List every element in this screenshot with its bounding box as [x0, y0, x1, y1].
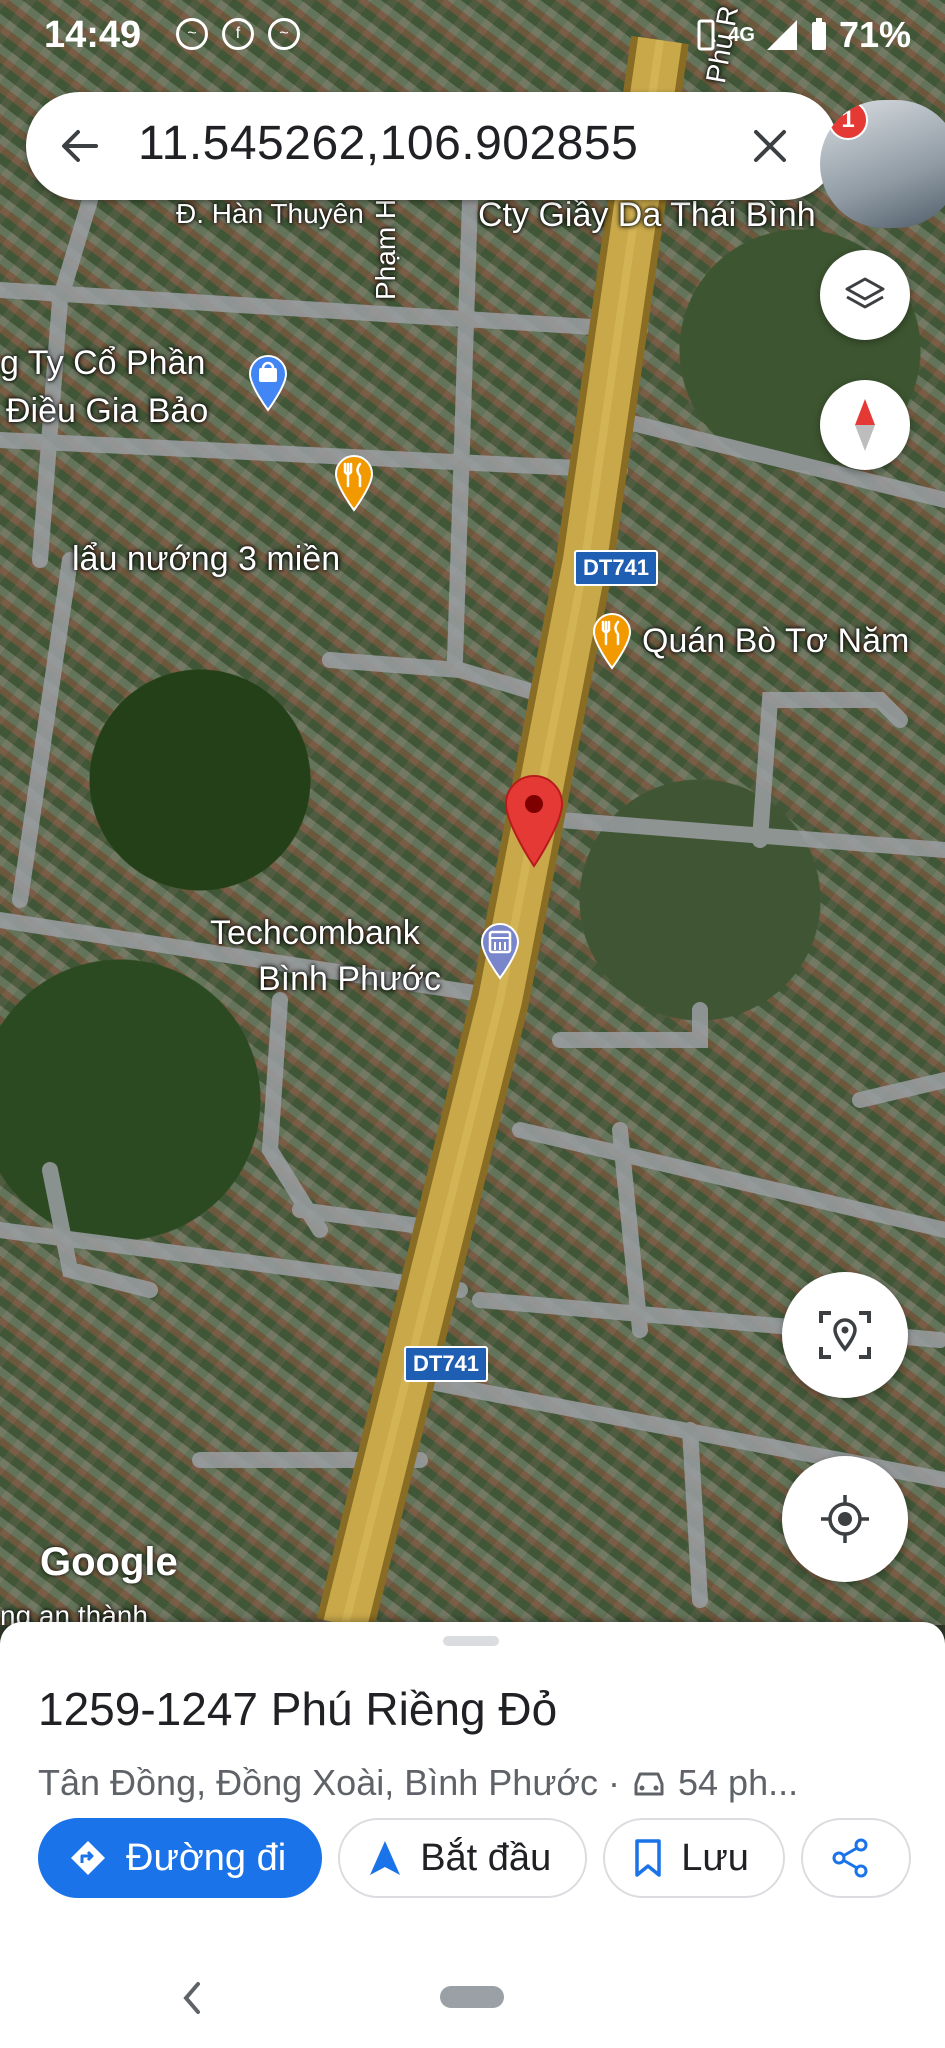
system-navigation-bar: [0, 1950, 945, 2048]
place-subtitle: Tân Đồng, Đồng Xoài, Bình Phước · 54 ph.…: [38, 1762, 798, 1804]
drag-handle[interactable]: [443, 1636, 499, 1646]
messenger-icon: ~: [268, 18, 300, 50]
car-icon: [634, 1772, 664, 1796]
search-query[interactable]: 11.545262,106.902855: [138, 116, 638, 171]
location-focus-button[interactable]: [782, 1272, 908, 1398]
directions-label: Đường đi: [126, 1836, 287, 1879]
status-time: 14:49: [44, 14, 142, 56]
drive-time: 54 ph...: [678, 1762, 799, 1803]
battery-icon: [811, 18, 826, 50]
network-type: 4G: [728, 24, 755, 46]
compass-button[interactable]: [820, 380, 910, 470]
map-label-place[interactable]: g Ty Cổ Phần: [0, 344, 205, 383]
share-button[interactable]: [800, 1818, 911, 1898]
facebook-icon: f: [222, 18, 254, 50]
place-address: Tân Đồng, Đồng Xoài, Bình Phước ·: [38, 1762, 621, 1803]
google-logo: Google: [40, 1540, 178, 1584]
crosshair-icon: [821, 1495, 869, 1543]
layers-icon: [845, 277, 885, 309]
save-label: Lưu: [681, 1836, 749, 1879]
map-label-place[interactable]: Điều Gia Bảo: [6, 392, 208, 431]
status-right: 4G 71%: [694, 14, 911, 56]
start-label: Bắt đầu: [420, 1836, 552, 1879]
my-location-button[interactable]: [782, 1456, 908, 1582]
compass-icon: [855, 399, 875, 451]
search-bar[interactable]: 11.545262,106.902855: [26, 92, 838, 200]
map-label-street: Đ. Hàn Thuyên: [176, 198, 364, 229]
start-button[interactable]: Bắt đầu: [338, 1818, 588, 1898]
street-view-thumbnail[interactable]: 1: [820, 100, 945, 228]
location-pin-icon[interactable]: [502, 772, 566, 868]
pin-focus-icon: [819, 1311, 871, 1359]
status-bar: 14:49 ~ f ~ 4G 71%: [0, 0, 945, 72]
battery-percent: 71%: [838, 14, 911, 55]
road-shield-dt741: DT741: [404, 1346, 489, 1382]
navigation-arrow-icon: [370, 1841, 401, 1875]
notification-badge: 1: [828, 100, 868, 140]
close-icon[interactable]: [746, 122, 794, 170]
back-arrow-icon[interactable]: [56, 122, 104, 170]
directions-icon: [71, 1841, 105, 1875]
map-label-place[interactable]: lẩu nướng 3 miền: [72, 540, 340, 579]
share-icon: [832, 1838, 868, 1878]
save-button[interactable]: Lưu: [603, 1818, 785, 1898]
bank-icon[interactable]: [478, 920, 522, 980]
restaurant-icon[interactable]: [590, 610, 634, 670]
bookmark-icon: [635, 1839, 661, 1877]
map-label-place[interactable]: Quán Bò Tơ Năm: [642, 622, 909, 661]
nav-home-pill[interactable]: [440, 1986, 504, 2008]
vibrate-icon: [697, 19, 715, 51]
directions-button[interactable]: Đường đi: [38, 1818, 323, 1898]
signal-icon: [766, 20, 797, 50]
shopping-bag-icon[interactable]: [246, 352, 290, 412]
action-row: Đường đi Bắt đầu Lưu: [38, 1818, 911, 1902]
restaurant-icon[interactable]: [332, 452, 376, 512]
place-title: 1259-1247 Phú Riềng Đỏ: [38, 1683, 558, 1735]
map-label-place[interactable]: Bình Phước: [258, 960, 441, 999]
nav-back-icon[interactable]: [180, 1978, 204, 2018]
layers-button[interactable]: [820, 250, 910, 340]
road-shield-dt741: DT741: [574, 550, 659, 586]
map-label-place[interactable]: Cty Giầy Da Thái Bình: [478, 196, 816, 235]
map-label-place[interactable]: Techcombank: [210, 914, 420, 953]
messenger-icon: ~: [176, 18, 208, 50]
